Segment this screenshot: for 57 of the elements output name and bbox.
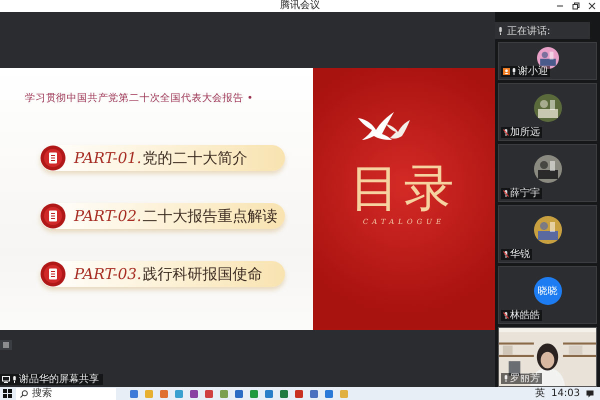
avatar-initials: 晓晓 xyxy=(534,277,562,305)
participant-tile[interactable]: 晓晓 林皓皓 xyxy=(498,266,597,324)
notebook-icon xyxy=(40,261,66,287)
name-text: 薛宁宇 xyxy=(510,188,540,199)
app-tile-icon[interactable] xyxy=(325,390,333,398)
participant-tile[interactable]: 罗丽芳 xyxy=(498,327,597,387)
participant-tile[interactable]: 加所远 xyxy=(498,83,597,141)
slide-title: 目录 xyxy=(350,160,458,216)
participant-tile[interactable]: 薛宁宇 xyxy=(498,144,597,202)
part-title: PART-02.二十大报告重点解读 xyxy=(74,206,278,226)
app-tile-icon[interactable] xyxy=(160,390,168,398)
slide-heading: 学习贯彻中国共产党第二十次全国代表大会报告 • xyxy=(25,92,254,105)
mic-icon xyxy=(511,68,517,75)
restore-icon[interactable] xyxy=(572,2,580,10)
screen-icon xyxy=(2,376,10,383)
app-tile-icon[interactable] xyxy=(280,390,288,398)
name-text: 罗丽芳 xyxy=(510,373,540,384)
mic-muted-icon xyxy=(503,190,509,197)
participant-tile[interactable]: 谢小迎 xyxy=(498,42,597,80)
app-tile-icon[interactable] xyxy=(190,390,198,398)
app-tile-icon[interactable] xyxy=(205,390,213,398)
app-tile-icon[interactable] xyxy=(250,390,258,398)
notebook-icon xyxy=(40,145,66,171)
close-icon[interactable] xyxy=(588,2,596,10)
clock[interactable]: 14:03 xyxy=(551,388,580,400)
name-text: 林皓皓 xyxy=(510,310,540,321)
list-icon[interactable] xyxy=(0,340,12,350)
part-title: PART-03.践行科研报国使命 xyxy=(74,264,263,284)
name-text: 华锐 xyxy=(510,249,530,260)
ime-indicator[interactable]: 英 xyxy=(535,388,546,400)
mic-icon xyxy=(498,26,503,34)
notebook-icon xyxy=(40,203,66,229)
mic-muted-icon xyxy=(503,129,509,136)
start-icon[interactable] xyxy=(3,389,12,398)
notification-icon[interactable] xyxy=(586,390,594,398)
app-tile-icon[interactable] xyxy=(130,390,138,398)
app-tile-icon[interactable] xyxy=(340,390,348,398)
share-text: 谢品华的屏幕共享 xyxy=(19,374,99,385)
mic-muted-icon xyxy=(503,251,509,258)
host-badge-icon xyxy=(503,68,510,75)
speaking-label: 正在讲话: xyxy=(507,24,550,38)
name-text: 加所远 xyxy=(510,127,540,138)
app-tile-icon[interactable] xyxy=(220,390,228,398)
mic-icon xyxy=(12,376,17,383)
search-field[interactable]: 搜索 xyxy=(16,388,116,400)
participant-tile[interactable]: 华锐 xyxy=(498,205,597,263)
app-tile-icon[interactable] xyxy=(295,390,303,398)
app-tile-icon[interactable] xyxy=(145,390,153,398)
app-tile-icon[interactable] xyxy=(175,390,183,398)
app-tile-icon[interactable] xyxy=(235,390,243,398)
app-tile-icon[interactable] xyxy=(310,390,318,398)
name-text: 谢小迎 xyxy=(518,66,548,77)
app-tile-icon[interactable] xyxy=(265,390,273,398)
mic-muted-icon xyxy=(503,312,509,319)
part-title: PART-01.党的二十大简介 xyxy=(74,148,248,168)
mic-icon xyxy=(503,375,509,382)
search-icon xyxy=(20,390,28,398)
